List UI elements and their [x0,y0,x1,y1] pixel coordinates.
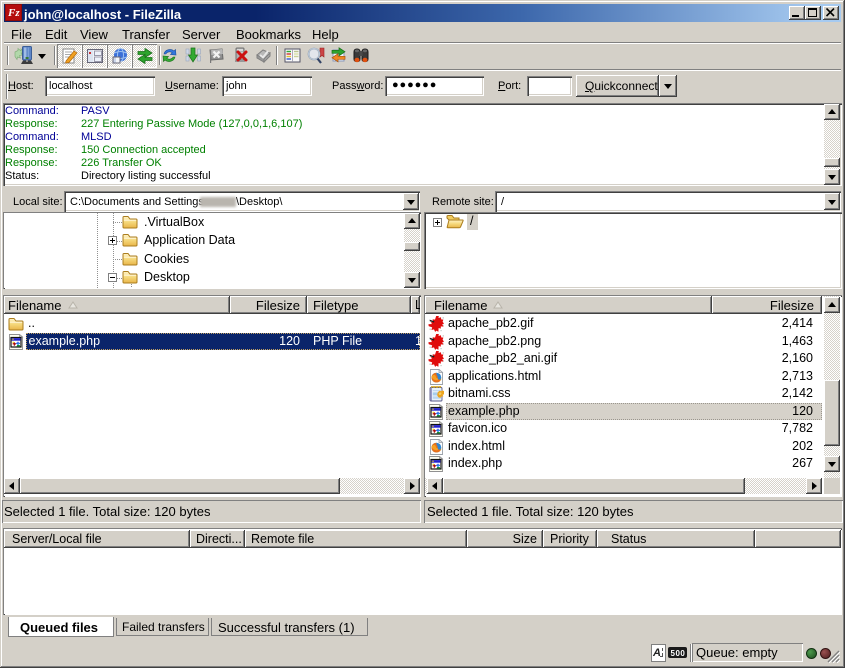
svg-text:Fz: Fz [7,7,20,19]
